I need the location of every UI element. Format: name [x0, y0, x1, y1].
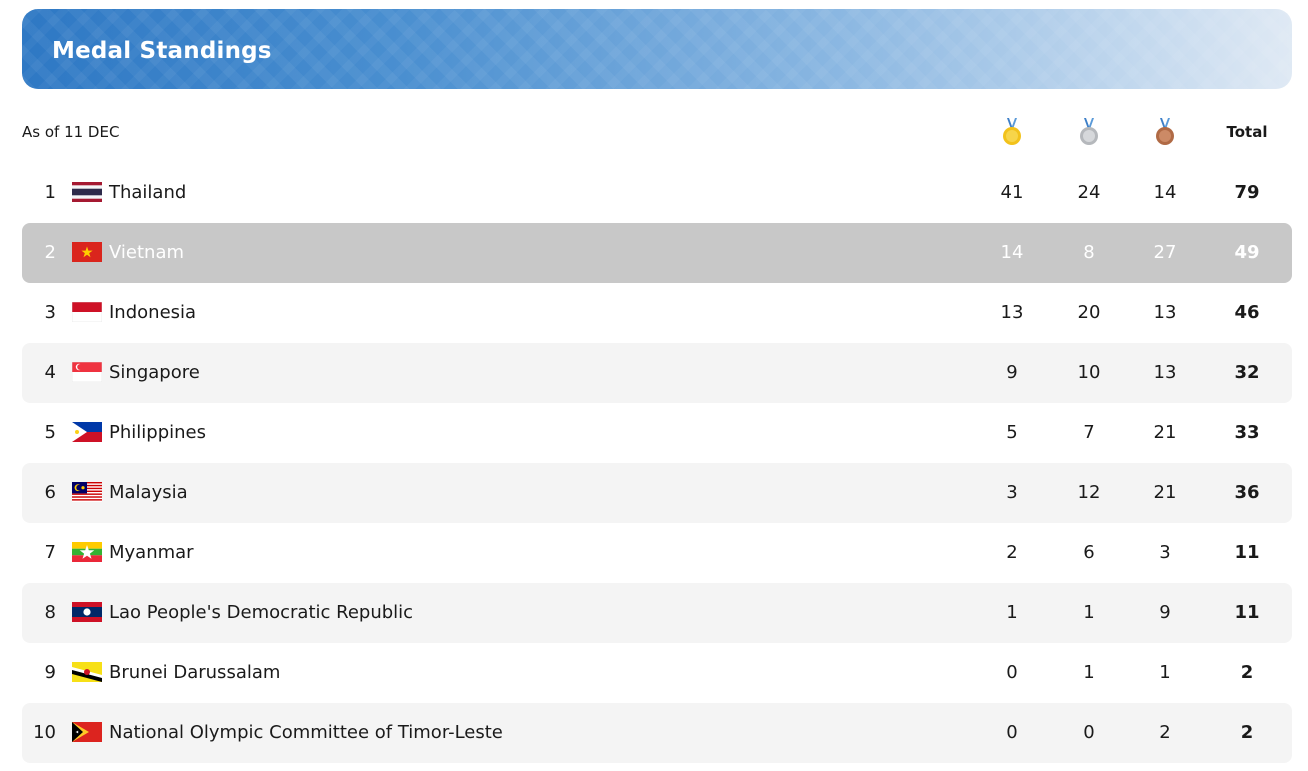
rank-cell: 4: [44, 362, 56, 383]
gold-count: 5: [1006, 422, 1018, 443]
rank-cell: 5: [44, 422, 56, 443]
table-row-8[interactable]: 8 Lao People's Democratic Republic 1 1 9…: [22, 583, 1292, 643]
silver-count: 20: [1077, 302, 1101, 323]
gold-count: 0: [1006, 722, 1018, 743]
singapore-flag-icon: [72, 362, 102, 382]
country-name: National Olympic Committee of Timor-Lest…: [109, 722, 503, 743]
table-row-6[interactable]: 6 Malaysia 3 12 21 36: [22, 463, 1292, 523]
total-count: 79: [1234, 182, 1260, 203]
rank-cell: 8: [44, 602, 56, 623]
silver-count: 24: [1077, 182, 1101, 203]
bronze-count: 21: [1153, 482, 1177, 503]
country-name: Indonesia: [109, 302, 197, 323]
country-name: Singapore: [109, 362, 200, 383]
table-row-5[interactable]: 5 Philippines 5 7 21 33: [22, 403, 1292, 463]
bronze-medal-icon: [1135, 110, 1195, 154]
total-count: 32: [1234, 362, 1260, 383]
gold-count: 3: [1006, 482, 1018, 503]
silver-count: 1: [1083, 662, 1095, 683]
thailand-flag-icon: [72, 182, 102, 202]
table-row-7[interactable]: 7 Myanmar 2 6 3 11: [22, 523, 1292, 583]
country-name: Myanmar: [109, 542, 194, 563]
silver-count: 12: [1077, 482, 1101, 503]
gold-count: 1: [1006, 602, 1018, 623]
table-row-3[interactable]: 3 Indonesia 13 20 13 46: [22, 283, 1292, 343]
bronze-count: 9: [1159, 602, 1171, 623]
indonesia-flag-icon: [72, 302, 102, 322]
rank-cell: 6: [44, 482, 56, 503]
bronze-count: 3: [1159, 542, 1171, 563]
silver-count: 8: [1083, 242, 1095, 263]
total-count: 36: [1234, 482, 1260, 503]
silver-count: 7: [1083, 422, 1095, 443]
timor-leste-flag-icon: [72, 722, 102, 742]
rank-cell: 2: [44, 242, 56, 263]
silver-count: 1: [1083, 602, 1095, 623]
silver-medal-icon: [1059, 110, 1119, 154]
laos-flag-icon: [72, 602, 102, 622]
rank-cell: 1: [44, 182, 56, 203]
bronze-count: 2: [1159, 722, 1171, 743]
gold-medal-icon: [982, 110, 1042, 154]
medal-table: 1 Thailand 41 24 14 79 2 Vietnam 14 8 27…: [22, 163, 1292, 763]
bronze-count: 21: [1153, 422, 1177, 443]
country-name: Lao People's Democratic Republic: [109, 602, 414, 623]
table-row-10[interactable]: 10 National Olympic Committee of Timor-L…: [22, 703, 1292, 763]
gold-count: 0: [1006, 662, 1018, 683]
total-column-header: Total: [1226, 123, 1268, 141]
gold-count: 14: [1000, 242, 1024, 263]
total-count: 2: [1240, 722, 1254, 743]
title-banner: Medal Standings: [22, 9, 1292, 89]
gold-count: 9: [1006, 362, 1018, 383]
bronze-count: 14: [1153, 182, 1177, 203]
malaysia-flag-icon: [72, 482, 102, 502]
country-name: Philippines: [109, 422, 206, 443]
gold-count: 2: [1006, 542, 1018, 563]
table-row-9[interactable]: 9 Brunei Darussalam 0 1 1 2: [22, 643, 1292, 703]
table-row-2[interactable]: 2 Vietnam 14 8 27 49: [22, 223, 1292, 283]
gold-count: 13: [1000, 302, 1024, 323]
total-count: 2: [1240, 662, 1254, 683]
total-count: 11: [1234, 542, 1260, 563]
silver-count: 0: [1083, 722, 1095, 743]
total-count: 49: [1234, 242, 1260, 263]
rank-cell: 9: [44, 662, 56, 683]
silver-count: 6: [1083, 542, 1095, 563]
country-name: Malaysia: [109, 482, 188, 503]
page-title: Medal Standings: [52, 38, 272, 64]
gold-count: 41: [1000, 182, 1024, 203]
country-name: Brunei Darussalam: [109, 662, 281, 683]
bronze-count: 13: [1153, 362, 1177, 383]
myanmar-flag-icon: [72, 542, 102, 562]
as-of-date: As of 11 DEC: [22, 123, 120, 141]
country-name: Thailand: [109, 182, 187, 203]
total-count: 11: [1234, 602, 1260, 623]
rank-cell: 3: [44, 302, 56, 323]
brunei-flag-icon: [72, 662, 102, 682]
silver-count: 10: [1077, 362, 1101, 383]
total-count: 33: [1234, 422, 1260, 443]
table-row-4[interactable]: 4 Singapore 9 10 13 32: [22, 343, 1292, 403]
vietnam-flag-icon: [72, 242, 102, 262]
total-count: 46: [1234, 302, 1260, 323]
medal-standings-page: Medal Standings As of 11 DEC Total 1 Tha…: [0, 0, 1308, 771]
philippines-flag-icon: [72, 422, 102, 442]
country-name: Vietnam: [109, 242, 185, 263]
bronze-count: 13: [1153, 302, 1177, 323]
rank-cell: 7: [44, 542, 56, 563]
table-header: As of 11 DEC Total: [22, 110, 1292, 154]
rank-cell: 10: [33, 722, 56, 743]
bronze-count: 1: [1159, 662, 1171, 683]
table-row-1[interactable]: 1 Thailand 41 24 14 79: [22, 163, 1292, 223]
bronze-count: 27: [1153, 242, 1177, 263]
